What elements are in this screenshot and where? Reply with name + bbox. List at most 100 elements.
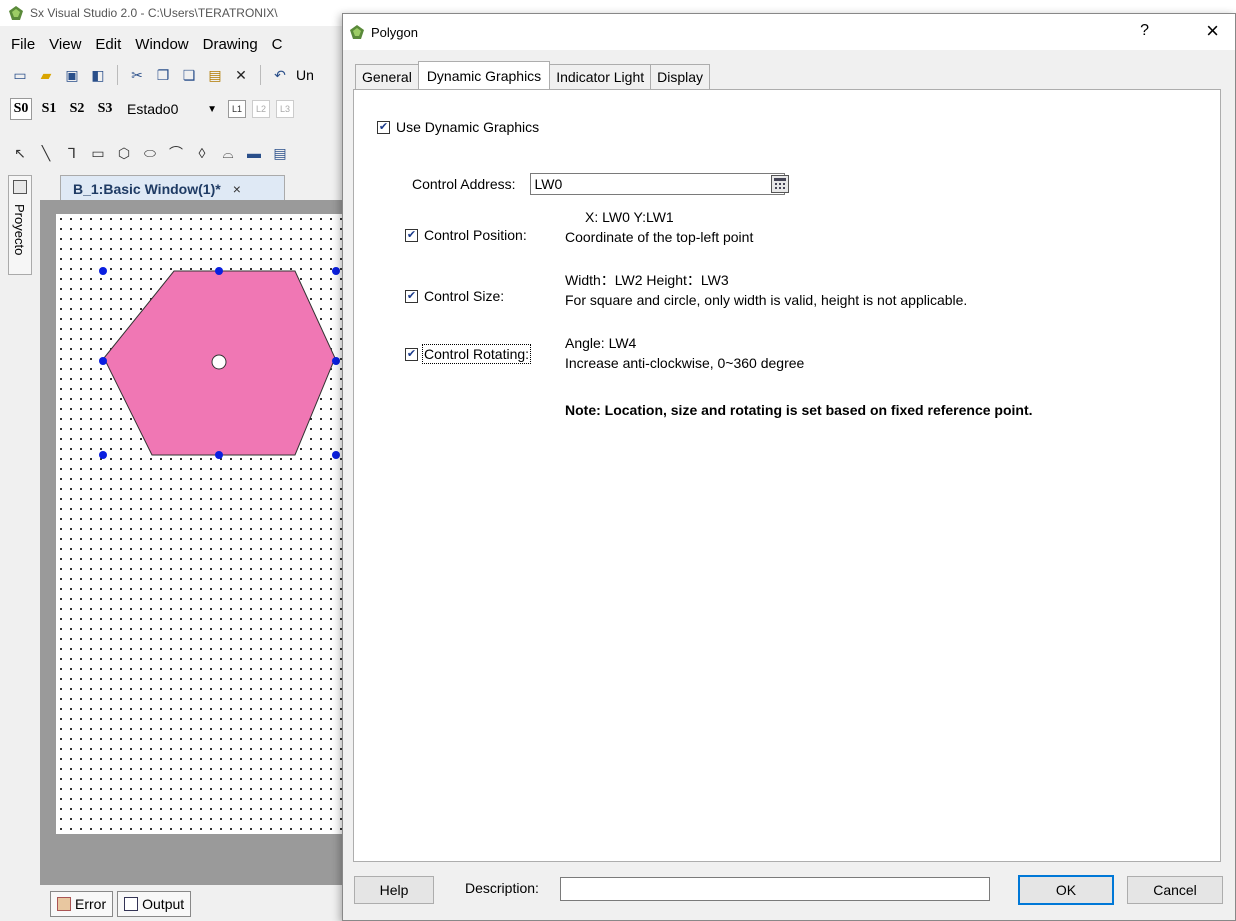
cut-icon[interactable]: ✂: [127, 65, 147, 85]
state-toolbar: S0 S1 S2 S3 Estado0 ▼ L1 L2 L3: [0, 94, 360, 124]
open-folder-icon[interactable]: ▰: [36, 65, 56, 85]
copy-icon[interactable]: ❐: [153, 65, 173, 85]
menu-drawing[interactable]: Drawing: [203, 36, 258, 53]
control-position-desc: X: LW0 Y:LW1 Coordinate of the top-left …: [565, 207, 753, 247]
close-icon[interactable]: ×: [1206, 18, 1219, 44]
description-input[interactable]: [560, 877, 990, 901]
help-icon[interactable]: ?: [1140, 22, 1149, 40]
selection-handle[interactable]: [215, 267, 223, 275]
line-icon[interactable]: ╲: [36, 143, 56, 163]
control-address-value: LW0: [534, 176, 563, 192]
text-icon[interactable]: ▤: [270, 143, 290, 163]
control-size-help: For square and circle, only width is val…: [565, 292, 968, 308]
separator: [117, 65, 118, 85]
menu-file[interactable]: File: [11, 36, 35, 53]
control-position-label[interactable]: Control Position:: [424, 227, 527, 243]
document-tab-label: B_1:Basic Window(1)*: [73, 180, 221, 197]
save-all-icon[interactable]: ◧: [88, 65, 108, 85]
drawing-toolbar: ↖ ╲ ⅂ ▭ ⬡ ⬭ ⌒ ◊ ⌓ ▬ ▤: [0, 138, 360, 168]
help-button[interactable]: Help: [354, 876, 434, 904]
selection-handle[interactable]: [99, 267, 107, 275]
control-address-input[interactable]: LW0: [529, 173, 785, 195]
sector-icon[interactable]: ⌓: [218, 143, 238, 163]
ellipse-icon[interactable]: ⬭: [140, 143, 160, 163]
close-icon[interactable]: ×: [233, 181, 241, 197]
output-tab[interactable]: Output: [117, 891, 192, 917]
state-s3-button[interactable]: S3: [94, 98, 116, 120]
tab-indicator-light[interactable]: Indicator Light: [549, 64, 652, 89]
control-rotating-angle: Angle: LW4: [565, 335, 637, 351]
control-size-checkbox[interactable]: ✔: [405, 289, 418, 303]
dialog-title: Polygon: [371, 24, 418, 40]
app-logo-icon: [350, 25, 364, 39]
arc-icon[interactable]: ⌒: [166, 143, 186, 163]
selection-handle[interactable]: [332, 357, 340, 365]
dialog-titlebar[interactable]: Polygon ? ×: [343, 14, 1235, 50]
control-size-label[interactable]: Control Size:: [424, 288, 504, 304]
selection-handle[interactable]: [99, 451, 107, 459]
tab-display[interactable]: Display: [650, 64, 711, 89]
free-shape-icon[interactable]: ◊: [192, 143, 212, 163]
picture-icon[interactable]: ▬: [244, 143, 264, 163]
polyline-icon[interactable]: ⅂: [62, 143, 82, 163]
control-size-row: ✔ Control Size:: [405, 288, 504, 304]
control-position-checkbox[interactable]: ✔: [405, 228, 418, 242]
error-icon: [57, 897, 71, 911]
standard-toolbar: ▭ ▰ ▣ ◧ ✂ ❐ ❏ ▤ ✕ ↶ Un: [0, 60, 360, 90]
dropdown-arrow-icon: ▼: [207, 103, 217, 115]
control-position-xy: X: LW0 Y:LW1: [585, 209, 674, 225]
delete-icon[interactable]: ✕: [231, 65, 251, 85]
polygon-dialog: Polygon ? × General Dynamic Graphics Ind…: [342, 13, 1236, 921]
control-size-desc: Width：LW2 Height：LW3 For square and circ…: [565, 270, 967, 310]
rectangle-icon[interactable]: ▭: [88, 143, 108, 163]
layer-l1-button[interactable]: L1: [228, 100, 246, 118]
control-rotating-checkbox[interactable]: ✔: [405, 347, 418, 361]
selection-handle[interactable]: [215, 451, 223, 459]
control-position-help: Coordinate of the top-left point: [565, 229, 754, 245]
control-rotating-help: Increase anti-clockwise, 0~360 degree: [565, 355, 805, 371]
menu-window[interactable]: Window: [135, 36, 188, 53]
use-dynamic-label[interactable]: Use Dynamic Graphics: [396, 119, 539, 135]
dialog-tabs: General Dynamic Graphics Indicator Light…: [355, 61, 711, 89]
selection-handle[interactable]: [332, 451, 340, 459]
selection-handle[interactable]: [99, 357, 107, 365]
layer-l2-button[interactable]: L2: [252, 100, 270, 118]
calculator-icon[interactable]: [770, 175, 789, 193]
pointer-icon[interactable]: ↖: [10, 143, 30, 163]
project-side-tab[interactable]: Proyecto: [8, 175, 32, 275]
separator: [260, 65, 261, 85]
app-title: Sx Visual Studio 2.0 - C:\Users\TERATRON…: [30, 6, 278, 20]
state-s2-button[interactable]: S2: [66, 98, 88, 120]
polygon-icon[interactable]: ⬡: [114, 143, 134, 163]
state-select[interactable]: Estado0 ▼: [122, 98, 222, 120]
use-dynamic-checkbox[interactable]: ✔: [377, 120, 390, 134]
menu-edit[interactable]: Edit: [95, 36, 121, 53]
use-dynamic-row: ✔ Use Dynamic Graphics: [377, 119, 539, 135]
cancel-button[interactable]: Cancel: [1127, 876, 1223, 904]
menu-view[interactable]: View: [49, 36, 81, 53]
control-size-wh: Width：LW2 Height：LW3: [565, 272, 729, 288]
copy-format-icon[interactable]: ❏: [179, 65, 199, 85]
save-icon[interactable]: ▣: [62, 65, 82, 85]
undo-icon[interactable]: ↶: [270, 65, 290, 85]
rotation-center-handle[interactable]: [211, 354, 227, 370]
undo-label[interactable]: Un: [296, 67, 314, 83]
ok-button[interactable]: OK: [1018, 875, 1114, 905]
tab-dynamic-graphics[interactable]: Dynamic Graphics: [417, 61, 551, 89]
new-file-icon[interactable]: ▭: [10, 65, 30, 85]
polygon-shape[interactable]: [40, 200, 345, 885]
error-tab[interactable]: Error: [50, 891, 114, 917]
tab-general[interactable]: General: [355, 64, 419, 89]
selection-handle[interactable]: [332, 267, 340, 275]
control-rotating-label[interactable]: Control Rotating:: [421, 344, 532, 364]
state-s0-button[interactable]: S0: [10, 98, 32, 120]
paste-icon[interactable]: ▤: [205, 65, 225, 85]
dynamic-graphics-panel: ✔ Use Dynamic Graphics Control Address: …: [353, 89, 1221, 862]
bottom-tabs: Error Output: [50, 891, 192, 919]
menu-c[interactable]: C: [272, 36, 283, 53]
layer-l3-button[interactable]: L3: [276, 100, 294, 118]
state-s1-button[interactable]: S1: [38, 98, 60, 120]
description-label: Description:: [465, 880, 539, 896]
document-tab[interactable]: B_1:Basic Window(1)* ×: [60, 175, 285, 201]
keypad-icon: [773, 178, 786, 189]
